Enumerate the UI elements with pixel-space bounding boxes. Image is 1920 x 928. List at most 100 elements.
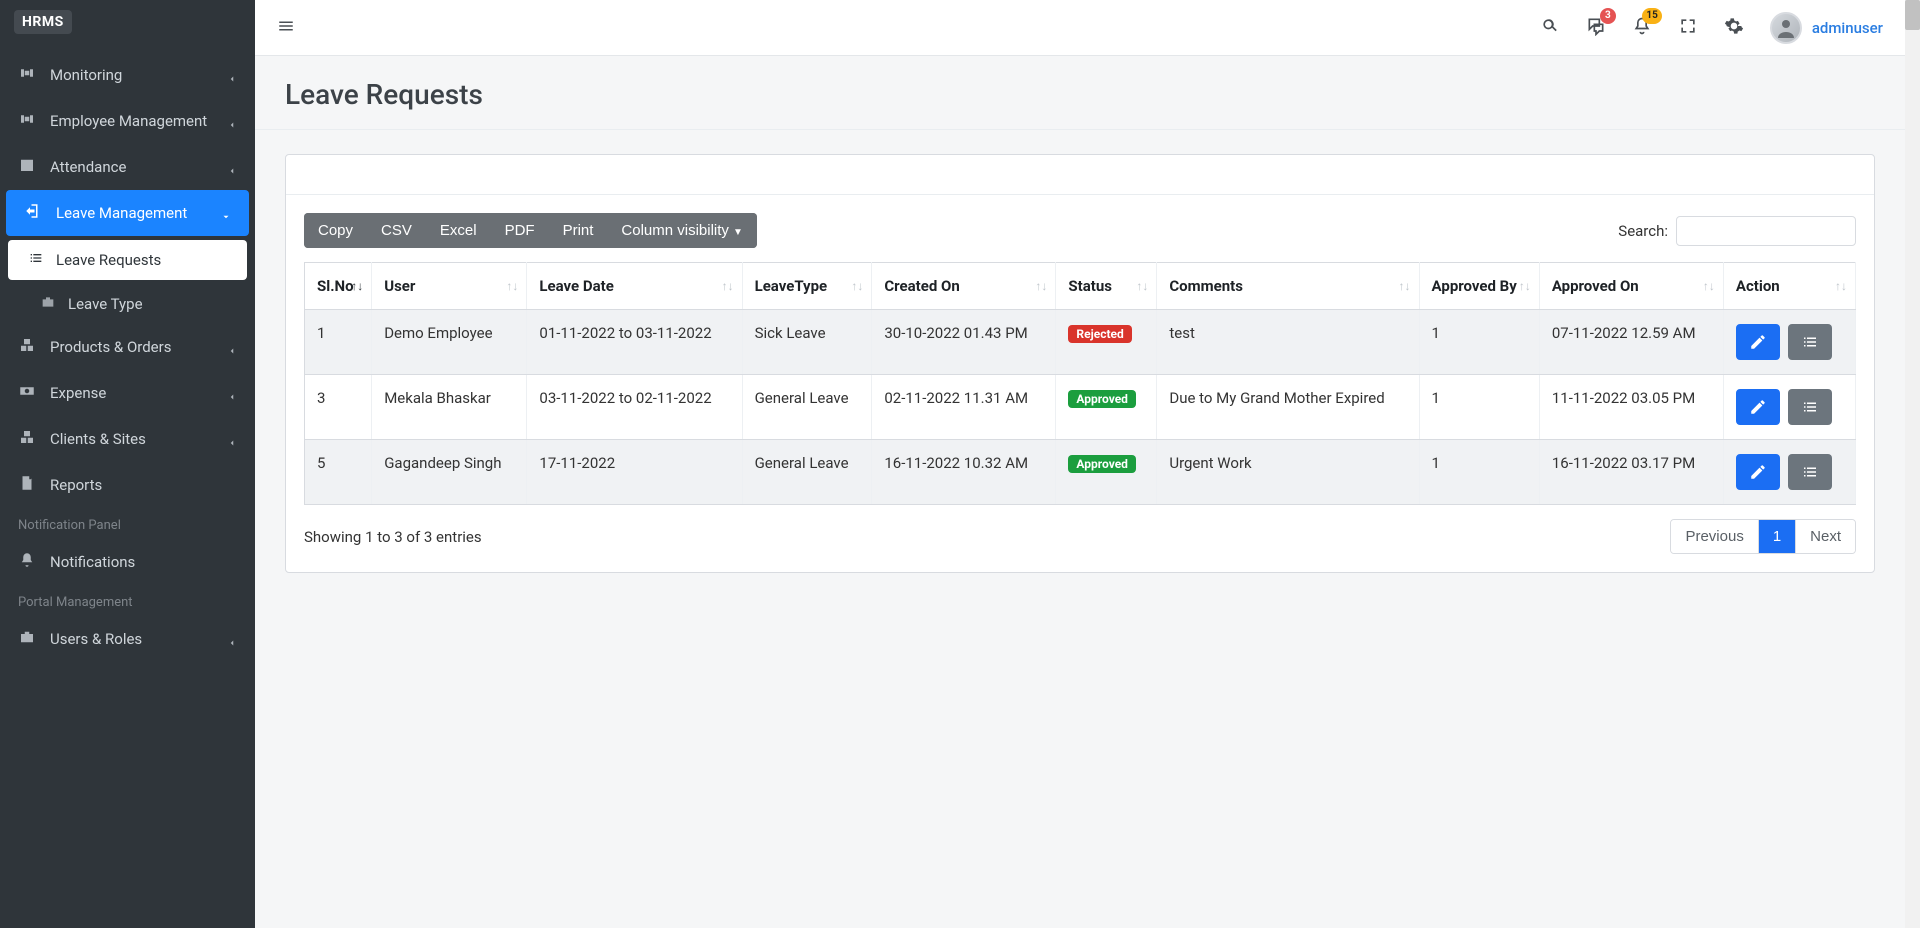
cell-status: Approved [1056, 440, 1157, 505]
money-icon [18, 382, 36, 404]
cell-leave-type: Sick Leave [742, 310, 872, 375]
export-button-group: Copy CSV Excel PDF Print Column visibili… [304, 213, 757, 248]
cell-approved-on: 16-11-2022 03.17 PM [1539, 440, 1723, 505]
sidebar-heading-notification: Notification Panel [0, 508, 255, 539]
table-controls: Copy CSV Excel PDF Print Column visibili… [304, 213, 1856, 248]
cell-action [1723, 440, 1855, 505]
column-visibility-button[interactable]: Column visibility▼ [607, 213, 756, 248]
table-info: Showing 1 to 3 of 3 entries [304, 528, 482, 546]
details-button[interactable] [1788, 324, 1832, 360]
sidebar-subitem-leave-requests[interactable]: Leave Requests [8, 240, 247, 280]
username-label: adminuser [1812, 19, 1883, 37]
col-comments[interactable]: Comments↑↓ [1157, 263, 1419, 310]
cell-leave-type: General Leave [742, 375, 872, 440]
search-button[interactable] [1540, 16, 1560, 40]
page-scrollbar[interactable] [1905, 0, 1920, 928]
col-status[interactable]: Status↑↓ [1056, 263, 1157, 310]
pager-next-button[interactable]: Next [1795, 520, 1855, 553]
page-title: Leave Requests [255, 56, 1905, 130]
sort-icon: ↑↓ [351, 282, 363, 290]
cell-approved-on: 11-11-2022 03.05 PM [1539, 375, 1723, 440]
chevron-left-icon [227, 162, 237, 172]
chevron-left-icon [227, 388, 237, 398]
col-created-on[interactable]: Created On↑↓ [872, 263, 1056, 310]
sidebar-item-notifications[interactable]: Notifications [0, 539, 255, 585]
table-row: 5Gagandeep Singh17-11-2022General Leave1… [305, 440, 1856, 505]
chevron-left-icon [227, 634, 237, 644]
sort-icon: ↑↓ [506, 282, 518, 290]
col-leave-type[interactable]: LeaveType↑↓ [742, 263, 872, 310]
settings-button[interactable] [1724, 16, 1744, 40]
edit-button[interactable] [1736, 454, 1780, 490]
sidebar-subitem-leave-type[interactable]: Leave Type [0, 284, 255, 324]
notifications-badge: 15 [1642, 8, 1661, 24]
sidebar-item-users-roles[interactable]: Users & Roles [0, 616, 255, 662]
sort-icon: ↑↓ [1035, 282, 1047, 290]
sidebar-item-attendance[interactable]: Attendance [0, 144, 255, 190]
cell-user: Gagandeep Singh [372, 440, 527, 505]
col-slno[interactable]: Sl.No↑↓ [305, 263, 372, 310]
chevron-left-icon [227, 116, 237, 126]
col-action[interactable]: Action↑↓ [1723, 263, 1855, 310]
binoculars-icon [18, 110, 36, 132]
cell-leave-type: General Leave [742, 440, 872, 505]
edit-button[interactable] [1736, 389, 1780, 425]
sidebar-item-monitoring[interactable]: Monitoring [0, 52, 255, 98]
col-approved-by[interactable]: Approved By↑↓ [1419, 263, 1539, 310]
boxes-icon [18, 336, 36, 358]
menu-toggle-button[interactable] [277, 17, 295, 39]
sidebar-item-label: Notifications [50, 553, 135, 571]
sidebar-item-label: Leave Management [56, 204, 187, 222]
cell-approved-on: 07-11-2022 12.59 AM [1539, 310, 1723, 375]
list-icon [28, 250, 44, 270]
sidebar-item-reports[interactable]: Reports [0, 462, 255, 508]
user-menu[interactable]: adminuser [1770, 12, 1883, 44]
sidebar-item-employee-management[interactable]: Employee Management [0, 98, 255, 144]
sidebar-item-label: Monitoring [50, 66, 122, 84]
card-header [286, 155, 1874, 195]
notifications-button[interactable]: 15 [1632, 16, 1652, 40]
cell-slno: 1 [305, 310, 372, 375]
edit-button[interactable] [1736, 324, 1780, 360]
chevron-left-icon [227, 434, 237, 444]
sidebar-item-label: Attendance [50, 158, 126, 176]
col-approved-on[interactable]: Approved On↑↓ [1539, 263, 1723, 310]
pager-prev-button[interactable]: Previous [1671, 520, 1757, 553]
chevron-left-icon [227, 342, 237, 352]
leave-requests-card: Copy CSV Excel PDF Print Column visibili… [285, 154, 1875, 573]
col-leave-date[interactable]: Leave Date↑↓ [527, 263, 742, 310]
sidebar-item-expense[interactable]: Expense [0, 370, 255, 416]
cell-leave-date: 01-11-2022 to 03-11-2022 [527, 310, 742, 375]
table-footer: Showing 1 to 3 of 3 entries Previous 1 N… [304, 519, 1856, 554]
scrollbar-thumb[interactable] [1905, 0, 1920, 30]
cell-user: Mekala Bhaskar [372, 375, 527, 440]
sidebar-item-clients-sites[interactable]: Clients & Sites [0, 416, 255, 462]
pagination: Previous 1 Next [1670, 519, 1856, 554]
excel-button[interactable]: Excel [426, 213, 491, 248]
details-button[interactable] [1788, 389, 1832, 425]
sidebar-item-leave-management[interactable]: Leave Management [6, 190, 249, 236]
sidebar-item-products-orders[interactable]: Products & Orders [0, 324, 255, 370]
brand-logo: HRMS [14, 10, 72, 34]
csv-button[interactable]: CSV [367, 213, 426, 248]
print-button[interactable]: Print [549, 213, 608, 248]
caret-down-icon: ▼ [733, 227, 743, 238]
topbar: 3 15 adminuser [255, 0, 1905, 56]
col-user[interactable]: User↑↓ [372, 263, 527, 310]
status-badge: Approved [1068, 455, 1136, 473]
cell-leave-date: 17-11-2022 [527, 440, 742, 505]
fullscreen-button[interactable] [1678, 16, 1698, 40]
boxes-icon [18, 428, 36, 450]
sort-icon: ↑↓ [1136, 282, 1148, 290]
sidebar-heading-portal: Portal Management [0, 585, 255, 616]
copy-button[interactable]: Copy [304, 213, 367, 248]
cell-approved-by: 1 [1419, 375, 1539, 440]
cell-status: Rejected [1056, 310, 1157, 375]
cell-status: Approved [1056, 375, 1157, 440]
search-input[interactable] [1676, 216, 1856, 246]
details-button[interactable] [1788, 454, 1832, 490]
cell-comments: Urgent Work [1157, 440, 1419, 505]
messages-button[interactable]: 3 [1586, 16, 1606, 40]
pdf-button[interactable]: PDF [491, 213, 549, 248]
pager-page-button[interactable]: 1 [1758, 520, 1795, 553]
